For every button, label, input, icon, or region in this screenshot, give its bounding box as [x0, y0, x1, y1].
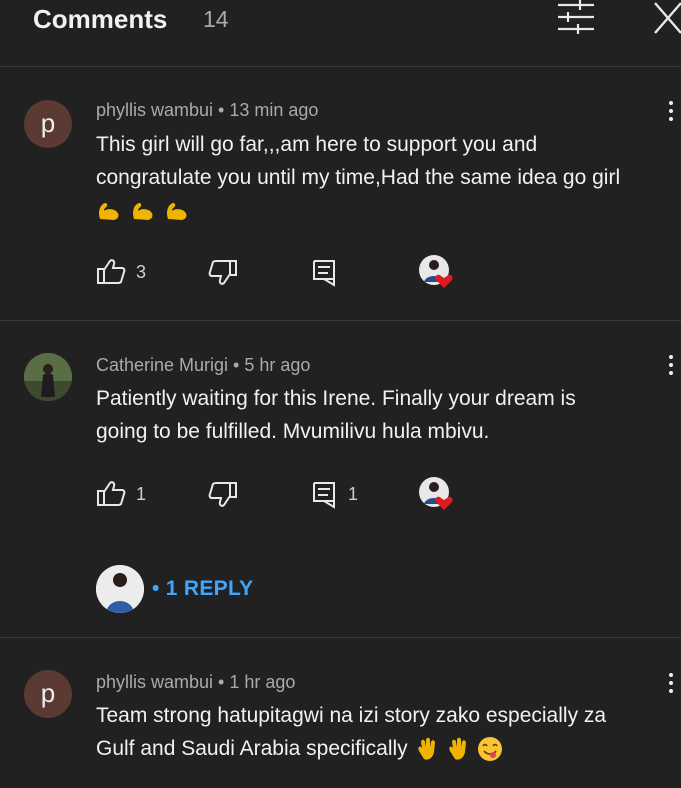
like-icon[interactable]	[96, 257, 126, 287]
savoring-food-face-icon	[478, 737, 503, 762]
avatar[interactable]: p	[24, 100, 72, 148]
more-options-icon[interactable]	[666, 673, 676, 695]
comment-line-with-emoji: Gulf and Saudi Arabia specifically	[96, 732, 681, 765]
comment-actions: 1 1	[96, 477, 496, 513]
comment-line: This girl will go far,,,am here to suppo…	[96, 133, 538, 156]
comment-line: going to be fulfilled. Mvumilivu hula mb…	[96, 420, 490, 443]
comment-line: Team strong hatupitagwi na izi story zak…	[96, 704, 607, 727]
comment-text: Patiently waiting for this Irene. Finall…	[96, 382, 681, 448]
dislike-icon[interactable]	[208, 257, 238, 287]
avatar[interactable]: p	[24, 670, 72, 718]
profile-photo	[24, 353, 72, 401]
like-icon[interactable]	[96, 479, 126, 509]
comments-header: Comments 14	[0, 0, 681, 67]
view-replies-link[interactable]: • 1 REPLY	[152, 577, 254, 601]
comment-actions: 3	[96, 255, 496, 291]
comments-title: Comments	[33, 4, 168, 34]
flexed-biceps-icon	[132, 203, 153, 221]
comment-text: Team strong hatupitagwi na izi story zak…	[96, 699, 681, 765]
avatar	[96, 565, 144, 613]
comment-meta: phyllis wambui • 13 min ago	[96, 100, 319, 120]
comment-text: This girl will go far,,,am here to suppo…	[96, 128, 681, 227]
reply-icon[interactable]	[310, 479, 340, 509]
waving-hand-icon	[449, 738, 467, 761]
like-count: 1	[136, 484, 147, 504]
comment-divider	[0, 320, 681, 321]
filter-sliders-icon[interactable]	[556, 0, 596, 34]
comment-line: Gulf and Saudi Arabia specifically	[96, 737, 408, 760]
more-options-icon[interactable]	[666, 101, 676, 123]
comment-divider	[0, 637, 681, 638]
comments-count: 14	[203, 6, 229, 32]
comment-meta: Catherine Murigi • 5 hr ago	[96, 355, 311, 375]
avatar[interactable]	[24, 353, 72, 401]
creator-heart-icon	[419, 255, 453, 288]
reply-icon[interactable]	[310, 257, 340, 287]
comment-meta: phyllis wambui • 1 hr ago	[96, 672, 296, 692]
more-options-icon[interactable]	[666, 355, 676, 377]
creator-heart-icon	[419, 477, 453, 510]
view-replies[interactable]: • 1 REPLY	[96, 565, 396, 613]
waving-hand-icon	[417, 738, 435, 761]
emoji-row	[96, 194, 681, 227]
like-count: 3	[136, 262, 147, 282]
flexed-biceps-icon	[99, 203, 119, 221]
comment-line: Patiently waiting for this Irene. Finall…	[96, 387, 576, 410]
reply-count: 1	[348, 484, 359, 504]
profile-photo	[96, 565, 144, 613]
dislike-icon[interactable]	[208, 479, 238, 509]
flexed-biceps-icon	[166, 203, 187, 221]
comment-line: congratulate you until my time,Had the s…	[96, 166, 621, 189]
close-icon[interactable]	[652, 0, 681, 36]
